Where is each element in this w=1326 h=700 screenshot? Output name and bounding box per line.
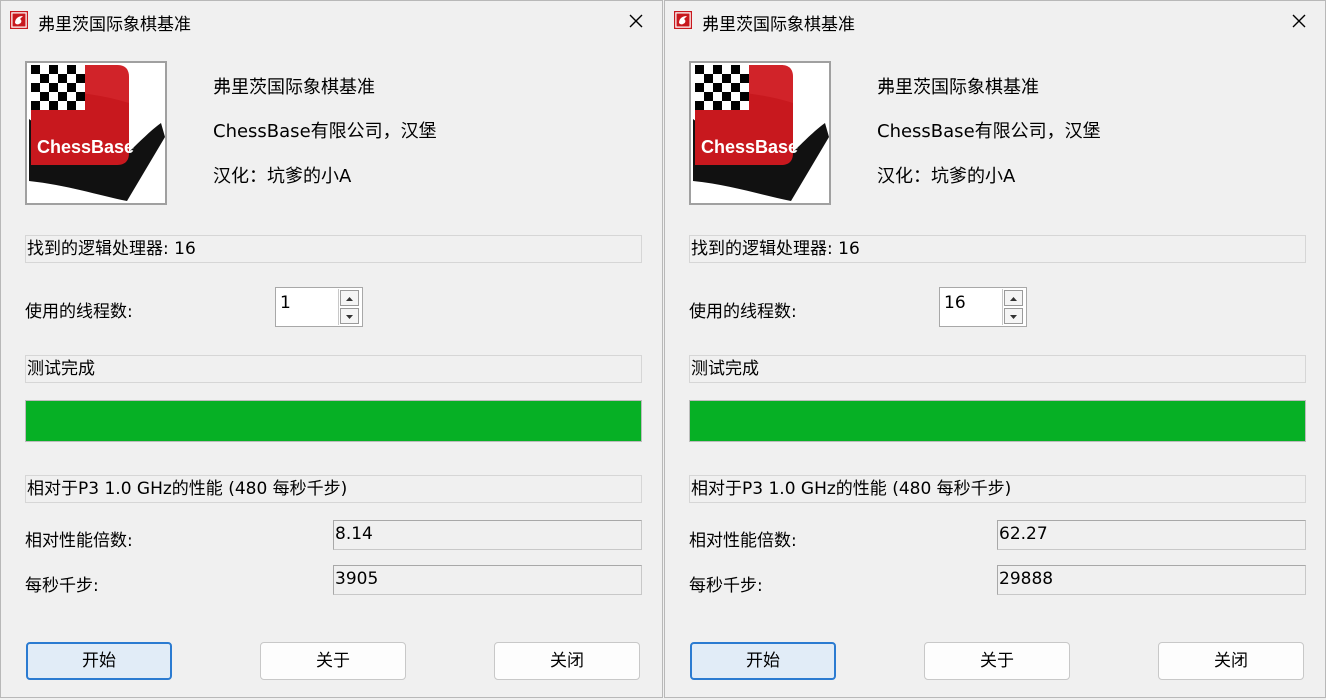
performance-header: 相对于P3 1.0 GHz的性能 (480 每秒千步) bbox=[689, 475, 1306, 503]
start-button[interactable]: 开始 bbox=[26, 642, 172, 680]
threads-value[interactable]: 1 bbox=[280, 293, 291, 313]
kilo-nodes-per-second-value: 3905 bbox=[333, 565, 642, 595]
spin-down-arrow-icon bbox=[346, 315, 353, 319]
start-button[interactable]: 开始 bbox=[690, 642, 836, 680]
close-button[interactable]: 关闭 bbox=[1158, 642, 1304, 680]
window-title: 弗里茨国际象棋基准 bbox=[38, 15, 191, 35]
relative-performance-value: 8.14 bbox=[333, 520, 642, 550]
spin-up-arrow-icon bbox=[346, 297, 353, 301]
status-text: 测试完成 bbox=[689, 355, 1306, 383]
localization-credit: 汉化：坑爹的小A bbox=[877, 166, 1016, 187]
chessbase-app-icon bbox=[674, 11, 692, 29]
logo-text: ChessBase bbox=[701, 137, 798, 157]
relative-performance-value: 62.27 bbox=[997, 520, 1306, 550]
spin-down-arrow-icon bbox=[1010, 315, 1017, 319]
spin-down-button[interactable] bbox=[340, 308, 359, 324]
status-text: 测试完成 bbox=[25, 355, 642, 383]
product-name: 弗里茨国际象棋基准 bbox=[213, 77, 375, 98]
spin-up-arrow-icon bbox=[1010, 297, 1017, 301]
chessbase-logo-image: ChessBase bbox=[691, 63, 829, 203]
company-name: ChessBase有限公司，汉堡 bbox=[877, 121, 1101, 142]
chessbase-logo-image: ChessBase bbox=[27, 63, 165, 203]
spin-up-button[interactable] bbox=[1004, 290, 1023, 306]
processors-info: 找到的逻辑处理器: 16 bbox=[25, 235, 642, 263]
kilo-nodes-per-second-label: 每秒千步: bbox=[689, 576, 763, 596]
relative-performance-label: 相对性能倍数: bbox=[25, 531, 133, 551]
threads-stepper[interactable]: 1 bbox=[275, 287, 363, 327]
about-button[interactable]: 关于 bbox=[260, 642, 406, 680]
spin-down-button[interactable] bbox=[1004, 308, 1023, 324]
company-name: ChessBase有限公司，汉堡 bbox=[213, 121, 437, 142]
stepper-buttons bbox=[1002, 289, 1025, 325]
product-name: 弗里茨国际象棋基准 bbox=[877, 77, 1039, 98]
progress-fill bbox=[690, 401, 1305, 441]
about-button[interactable]: 关于 bbox=[924, 642, 1070, 680]
window-title: 弗里茨国际象棋基准 bbox=[702, 15, 855, 35]
performance-header: 相对于P3 1.0 GHz的性能 (480 每秒千步) bbox=[25, 475, 642, 503]
close-icon[interactable] bbox=[620, 5, 652, 37]
threads-label: 使用的线程数: bbox=[689, 302, 797, 322]
chessbase-logo: ChessBase bbox=[25, 61, 167, 205]
threads-stepper[interactable]: 16 bbox=[939, 287, 1027, 327]
kilo-nodes-per-second-value: 29888 bbox=[997, 565, 1306, 595]
threads-label: 使用的线程数: bbox=[25, 302, 133, 322]
title-bar[interactable]: 弗里茨国际象棋基准 bbox=[1, 1, 662, 41]
close-icon[interactable] bbox=[1283, 5, 1315, 37]
threads-value[interactable]: 16 bbox=[944, 293, 966, 313]
processors-info: 找到的逻辑处理器: 16 bbox=[689, 235, 1306, 263]
kilo-nodes-per-second-label: 每秒千步: bbox=[25, 576, 99, 596]
title-bar[interactable]: 弗里茨国际象棋基准 bbox=[665, 1, 1325, 41]
benchmark-window-right: 弗里茨国际象棋基准 ChessBase 弗里茨国际象棋基准 ChessBase有… bbox=[664, 0, 1326, 698]
chessbase-app-icon bbox=[10, 11, 28, 29]
close-button[interactable]: 关闭 bbox=[494, 642, 640, 680]
relative-performance-label: 相对性能倍数: bbox=[689, 531, 797, 551]
logo-text: ChessBase bbox=[37, 137, 134, 157]
spin-up-button[interactable] bbox=[340, 290, 359, 306]
progress-bar bbox=[25, 400, 642, 442]
localization-credit: 汉化：坑爹的小A bbox=[213, 166, 352, 187]
benchmark-window-left: 弗里茨国际象棋基准 ChessBase 弗里茨国际象棋基准 ChessBase有… bbox=[0, 0, 663, 698]
progress-fill bbox=[26, 401, 641, 441]
stepper-buttons bbox=[338, 289, 361, 325]
chessbase-logo: ChessBase bbox=[689, 61, 831, 205]
progress-bar bbox=[689, 400, 1306, 442]
